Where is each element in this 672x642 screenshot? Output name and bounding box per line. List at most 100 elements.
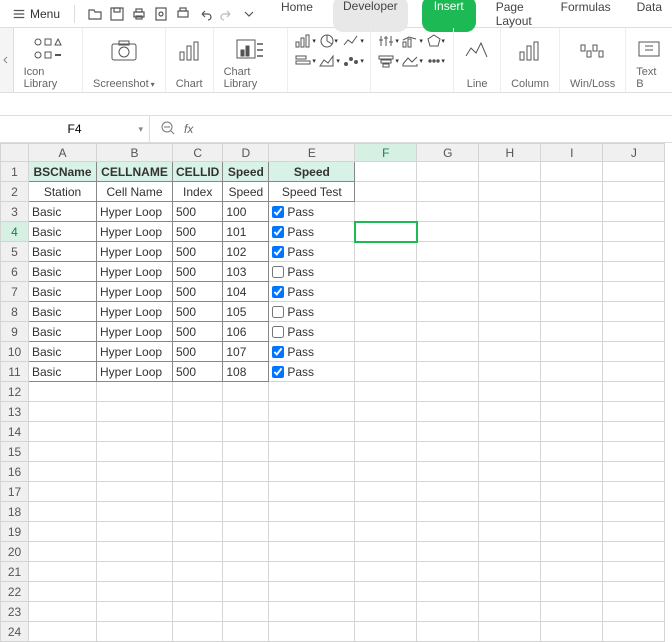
tab-data[interactable]: Data	[631, 0, 668, 32]
cell[interactable]: 100	[223, 202, 269, 222]
cell[interactable]	[417, 302, 479, 322]
ribbon-group-textbox[interactable]: Text B	[626, 28, 672, 92]
cell[interactable]	[29, 562, 97, 582]
row-header[interactable]: 24	[1, 622, 29, 642]
cell[interactable]	[541, 622, 603, 642]
row-header[interactable]: 15	[1, 442, 29, 462]
cell[interactable]	[417, 582, 479, 602]
cell[interactable]	[269, 582, 355, 602]
cell[interactable]	[355, 202, 417, 222]
cell[interactable]: Basic	[29, 302, 97, 322]
cell[interactable]	[173, 422, 223, 442]
ribbon-group-sparkline-line[interactable]: Line	[454, 28, 501, 92]
bar-chart-icon[interactable]: ▾	[294, 32, 316, 50]
cell[interactable]	[541, 442, 603, 462]
cell[interactable]	[603, 582, 665, 602]
cell[interactable]: Pass	[269, 282, 355, 302]
checkbox-input[interactable]	[272, 306, 284, 318]
cell[interactable]	[603, 362, 665, 382]
cell[interactable]: Station	[29, 182, 97, 202]
cell[interactable]	[541, 402, 603, 422]
row-header[interactable]: 5	[1, 242, 29, 262]
checkbox-pass[interactable]: Pass	[272, 245, 351, 259]
cell[interactable]: Hyper Loop	[97, 322, 173, 342]
cell[interactable]: Index	[173, 182, 223, 202]
cell[interactable]	[417, 542, 479, 562]
checkbox-pass[interactable]: Pass	[272, 345, 351, 359]
cell[interactable]	[97, 622, 173, 642]
cell[interactable]	[173, 442, 223, 462]
cell[interactable]	[541, 282, 603, 302]
row-header[interactable]: 2	[1, 182, 29, 202]
ribbon-group-chart-library[interactable]: Chart Library	[214, 28, 289, 92]
cell[interactable]: Speed	[223, 162, 269, 182]
ribbon-group-icon-library[interactable]: Icon Library	[14, 28, 83, 92]
cell[interactable]	[97, 502, 173, 522]
cell[interactable]	[29, 442, 97, 462]
row-header[interactable]: 14	[1, 422, 29, 442]
checkbox-input[interactable]	[272, 286, 284, 298]
cell[interactable]	[97, 462, 173, 482]
cell[interactable]	[355, 222, 417, 242]
cell[interactable]: Pass	[269, 302, 355, 322]
ribbon-group-screenshot[interactable]: Screenshot▾	[83, 28, 166, 92]
tab-developer[interactable]: Developer	[333, 0, 408, 32]
scatter-chart-icon[interactable]: ▾	[342, 52, 364, 70]
checkbox-pass[interactable]: Pass	[272, 305, 351, 319]
cell[interactable]	[603, 182, 665, 202]
surface-chart-icon[interactable]: ▾	[401, 52, 423, 70]
row-header[interactable]: 7	[1, 282, 29, 302]
cell[interactable]	[355, 602, 417, 622]
cell[interactable]	[97, 562, 173, 582]
cell[interactable]: Speed	[269, 162, 355, 182]
line-chart-icon[interactable]: ▾	[342, 32, 364, 50]
cell[interactable]	[417, 482, 479, 502]
cell[interactable]: Cell Name	[97, 182, 173, 202]
column-header[interactable]: C	[173, 144, 223, 162]
cell[interactable]: 106	[223, 322, 269, 342]
column-header[interactable]: B	[97, 144, 173, 162]
cell[interactable]: Hyper Loop	[97, 202, 173, 222]
cell[interactable]: 105	[223, 302, 269, 322]
cell[interactable]	[173, 562, 223, 582]
cell[interactable]	[269, 622, 355, 642]
cell[interactable]: Hyper Loop	[97, 362, 173, 382]
more-charts-icon[interactable]: ▾	[425, 52, 447, 70]
cell[interactable]: Pass	[269, 202, 355, 222]
column-header[interactable]: G	[417, 144, 479, 162]
cell[interactable]	[97, 422, 173, 442]
cell[interactable]	[417, 162, 479, 182]
cell[interactable]	[417, 342, 479, 362]
cell[interactable]: Pass	[269, 242, 355, 262]
cell[interactable]	[417, 282, 479, 302]
cell[interactable]	[29, 622, 97, 642]
cell[interactable]	[97, 402, 173, 422]
cell[interactable]	[173, 622, 223, 642]
cell[interactable]: 102	[223, 242, 269, 262]
checkbox-input[interactable]	[272, 206, 284, 218]
cell[interactable]: Hyper Loop	[97, 242, 173, 262]
cell[interactable]	[603, 442, 665, 462]
cell[interactable]	[541, 482, 603, 502]
cell[interactable]: Pass	[269, 262, 355, 282]
row-header[interactable]: 8	[1, 302, 29, 322]
cell[interactable]	[223, 602, 269, 622]
cell[interactable]	[355, 382, 417, 402]
cell[interactable]	[97, 442, 173, 462]
name-box[interactable]: ▾	[0, 116, 150, 142]
row-header[interactable]: 9	[1, 322, 29, 342]
funnel-chart-icon[interactable]: ▾	[377, 52, 399, 70]
cell[interactable]	[173, 462, 223, 482]
checkbox-input[interactable]	[272, 326, 284, 338]
cell[interactable]	[541, 182, 603, 202]
cell[interactable]	[479, 462, 541, 482]
cell[interactable]: Basic	[29, 322, 97, 342]
checkbox-input[interactable]	[272, 346, 284, 358]
cell[interactable]: CELLNAME	[97, 162, 173, 182]
cell[interactable]	[541, 502, 603, 522]
cell[interactable]	[479, 242, 541, 262]
cell[interactable]	[269, 382, 355, 402]
cell[interactable]	[269, 542, 355, 562]
cell[interactable]	[355, 622, 417, 642]
cell[interactable]	[479, 522, 541, 542]
